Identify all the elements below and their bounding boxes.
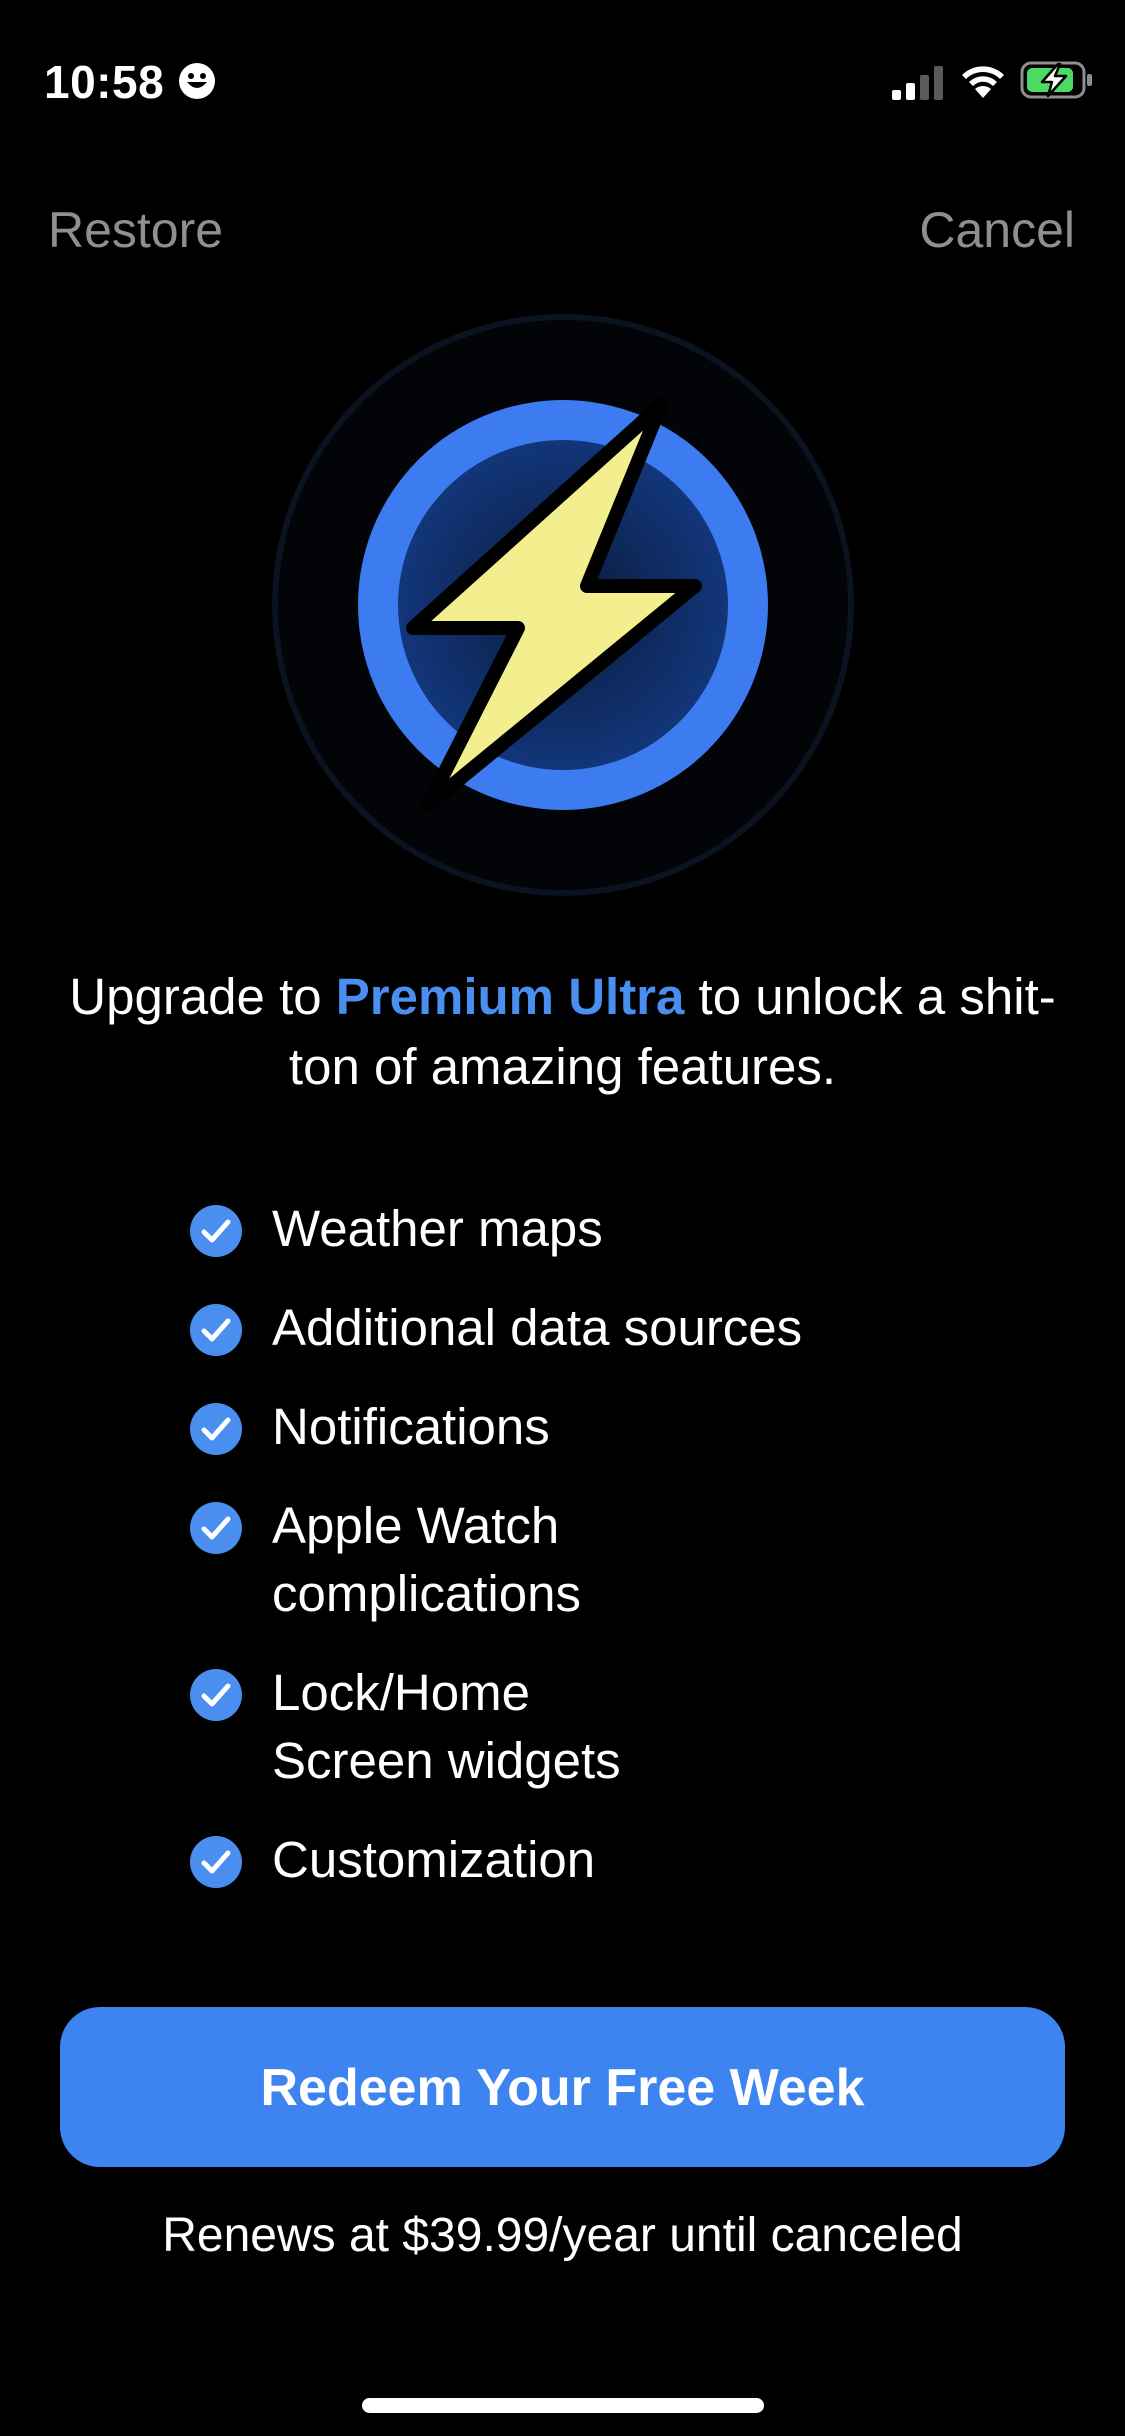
checkmark-icon <box>190 1304 242 1356</box>
home-indicator[interactable] <box>362 2398 764 2413</box>
feature-label: Additional data sources <box>272 1299 803 1356</box>
checkmark-icon <box>190 1836 242 1888</box>
checkmark-icon <box>190 1403 242 1455</box>
smiley-icon <box>179 63 215 99</box>
feature-item: Weather maps <box>190 1195 1010 1263</box>
feature-label: Customization <box>272 1831 596 1888</box>
feature-item: Lock/Home Screen widgets <box>190 1659 1010 1795</box>
feature-item: Customization <box>190 1826 1010 1894</box>
battery-charging-icon <box>1020 61 1092 99</box>
checkmark-icon <box>190 1502 242 1554</box>
checkmark-icon <box>190 1669 242 1721</box>
restore-button[interactable]: Restore <box>48 198 223 262</box>
headline-prefix: Upgrade to <box>69 968 336 1025</box>
feature-item: Notifications <box>190 1393 1010 1461</box>
feature-label: Lock/Home Screen widgets <box>272 1664 621 1789</box>
signal-icon <box>892 66 943 100</box>
lightning-bolt-icon <box>272 314 854 896</box>
renewal-note: Renews at $39.99/year until canceled <box>162 2209 963 2262</box>
wifi-icon <box>962 66 1004 98</box>
cancel-button[interactable]: Cancel <box>919 198 1075 262</box>
feature-item: Apple Watch complications <box>190 1492 1010 1628</box>
redeem-free-week-button[interactable]: Redeem Your Free Week <box>60 2007 1065 2167</box>
feature-list: Weather maps Additional data sources Not… <box>190 1195 1010 1925</box>
status-time: 10:58 <box>44 56 165 108</box>
feature-item: Additional data sources <box>190 1294 1010 1362</box>
feature-label: Apple Watch complications <box>272 1497 581 1622</box>
checkmark-icon <box>190 1205 242 1257</box>
headline: Upgrade to Premium Ultra to unlock a shi… <box>60 962 1065 1102</box>
feature-label: Notifications <box>272 1398 550 1455</box>
headline-product-name: Premium Ultra <box>335 968 685 1025</box>
feature-label: Weather maps <box>272 1200 603 1257</box>
